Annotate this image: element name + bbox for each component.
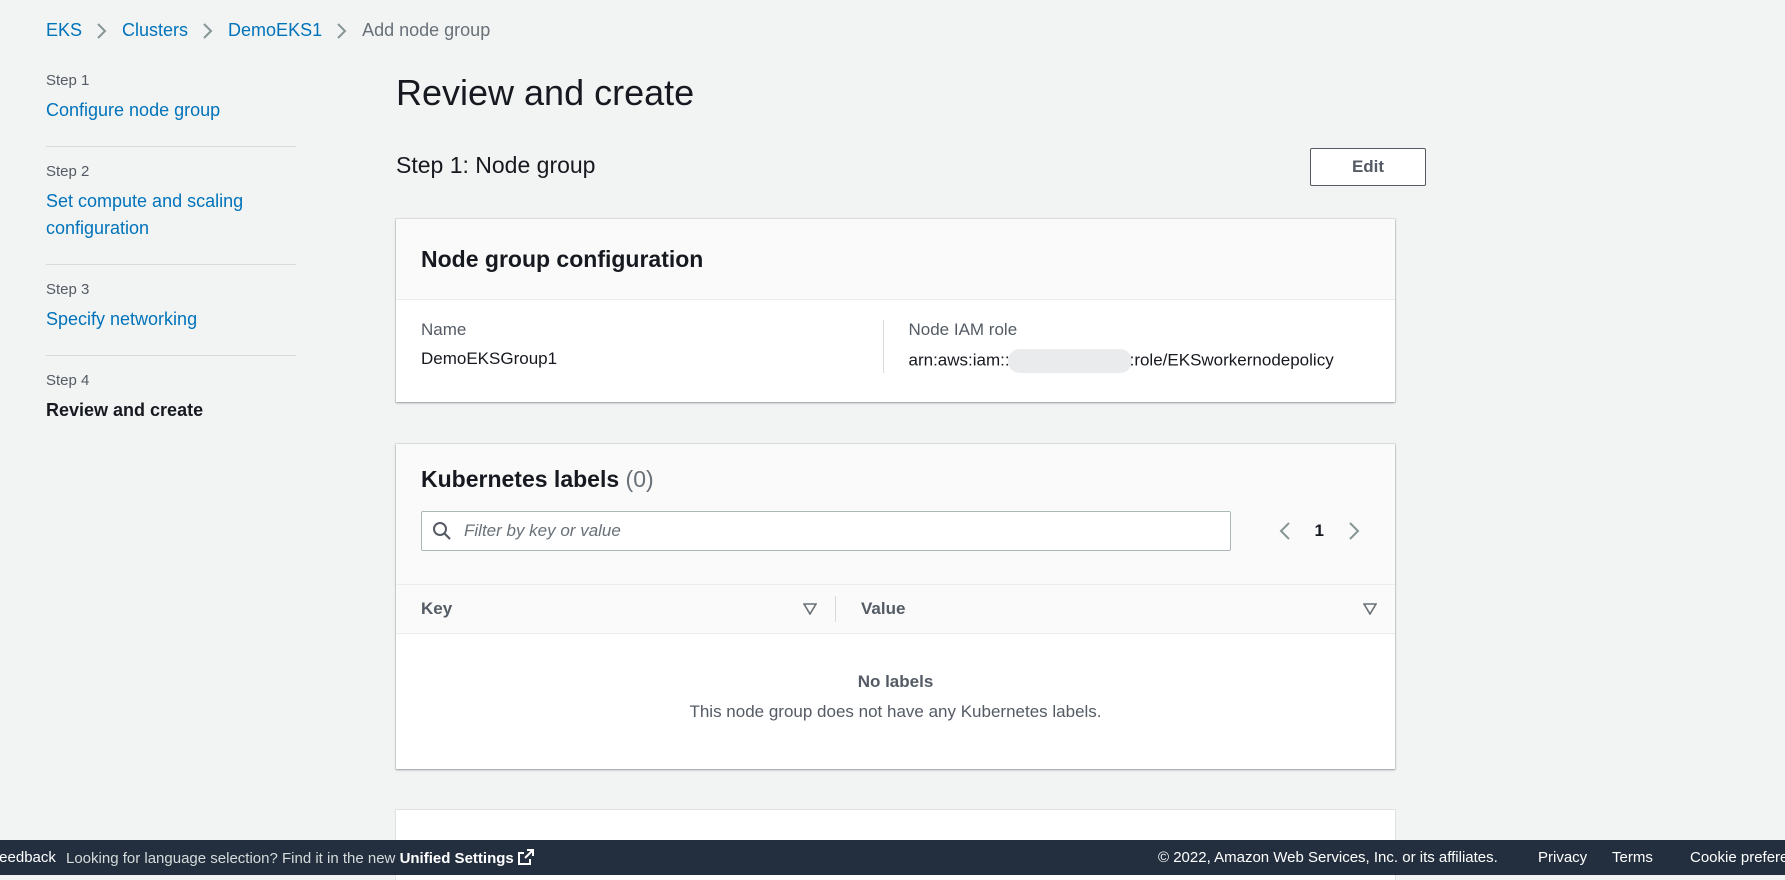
step-link-compute-scaling[interactable]: Set compute and scaling configuration bbox=[46, 188, 266, 242]
breadcrumb-current: Add node group bbox=[362, 20, 491, 40]
empty-description: This node group does not have any Kubern… bbox=[689, 702, 1102, 721]
unified-settings-link[interactable]: Unified Settings bbox=[399, 848, 534, 867]
breadcrumb-clusters[interactable]: Clusters bbox=[122, 20, 188, 41]
redacted-account-id bbox=[1007, 349, 1132, 373]
wizard-step-4: Step 4 Review and create bbox=[46, 372, 296, 446]
iam-role-prefix: arn:aws:iam:: bbox=[908, 350, 1010, 370]
cookie-preferences-link[interactable]: Cookie preferences bbox=[1690, 849, 1785, 866]
card-header: Node group configuration bbox=[396, 219, 1395, 300]
name-value: DemoEKSGroup1 bbox=[421, 349, 558, 368]
chevron-right-icon bbox=[336, 22, 348, 40]
labels-title: Kubernetes labels bbox=[421, 466, 620, 492]
copyright: © 2022, Amazon Web Services, Inc. or its… bbox=[1158, 849, 1498, 866]
table-header: Key Value bbox=[396, 584, 1395, 634]
language-notice-text: Looking for language selection? Find it … bbox=[66, 849, 396, 867]
chevron-right-icon bbox=[96, 22, 108, 40]
page-number[interactable]: 1 bbox=[1315, 521, 1324, 541]
chevron-right-icon[interactable] bbox=[1346, 519, 1362, 543]
step-current-review: Review and create bbox=[46, 400, 204, 420]
step-number: Step 1 bbox=[46, 72, 90, 89]
breadcrumb-eks[interactable]: EKS bbox=[46, 20, 82, 41]
node-group-config-card: Node group configuration Name DemoEKSGro… bbox=[396, 219, 1395, 402]
step-link-configure-node-group[interactable]: Configure node group bbox=[46, 97, 296, 124]
step-number: Step 4 bbox=[46, 372, 90, 389]
breadcrumb-cluster[interactable]: DemoEKS1 bbox=[228, 20, 322, 41]
name-field: Name DemoEKSGroup1 bbox=[421, 320, 883, 373]
caret-down-icon bbox=[803, 603, 817, 615]
column-header-key[interactable]: Key bbox=[396, 596, 836, 622]
labels-count: (0) bbox=[625, 466, 654, 492]
breadcrumb: EKS Clusters DemoEKS1 Add node group bbox=[46, 20, 490, 41]
iam-role-value: arn:aws:iam:::role/EKSworkernodepolicy bbox=[909, 349, 1371, 373]
iam-role-label: Node IAM role bbox=[908, 320, 1018, 339]
card-title: Node group configuration bbox=[421, 245, 704, 272]
wizard-step-1: Step 1 Configure node group bbox=[46, 72, 296, 147]
card-header: Kubernetes labels (0) 1 bbox=[396, 444, 1395, 584]
page-title: Review and create bbox=[396, 72, 695, 113]
caret-down-icon bbox=[1363, 603, 1377, 615]
section-title: Step 1: Node group bbox=[396, 152, 596, 178]
empty-state: No labels This node group does not have … bbox=[396, 634, 1395, 722]
column-header-value[interactable]: Value bbox=[836, 585, 1395, 633]
chevron-right-icon bbox=[202, 22, 214, 40]
language-notice: Looking for language selection? Find it … bbox=[66, 848, 534, 867]
card-title: Kubernetes labels (0) bbox=[421, 466, 1370, 493]
column-value-label: Value bbox=[861, 599, 906, 618]
search-box[interactable] bbox=[421, 511, 1231, 551]
footer-bar: Feedback Looking for language selection?… bbox=[0, 840, 1785, 875]
step-number: Step 3 bbox=[46, 281, 90, 298]
column-key-label: Key bbox=[421, 599, 453, 618]
config-body: Name DemoEKSGroup1 Node IAM role arn:aws… bbox=[396, 300, 1395, 393]
filter-row: 1 bbox=[421, 511, 1370, 551]
search-input[interactable] bbox=[462, 520, 1206, 542]
name-label: Name bbox=[421, 320, 467, 339]
chevron-left-icon[interactable] bbox=[1277, 519, 1293, 543]
search-icon bbox=[433, 522, 451, 540]
iam-role-suffix: :role/EKSworkernodepolicy bbox=[1129, 350, 1334, 370]
empty-title: No labels bbox=[857, 672, 934, 691]
external-link-icon bbox=[517, 848, 534, 865]
iam-role-field: Node IAM role arn:aws:iam:::role/EKSwork… bbox=[882, 320, 1371, 373]
wizard-step-2: Step 2 Set compute and scaling configura… bbox=[46, 163, 296, 265]
pagination: 1 bbox=[1277, 519, 1362, 543]
unified-settings-label: Unified Settings bbox=[399, 849, 514, 867]
step-number: Step 2 bbox=[46, 163, 90, 180]
kubernetes-labels-card: Kubernetes labels (0) 1 Key Value No lab… bbox=[396, 444, 1395, 769]
step-link-networking[interactable]: Specify networking bbox=[46, 306, 296, 333]
wizard-steps-nav: Step 1 Configure node group Step 2 Set c… bbox=[46, 72, 296, 462]
terms-link[interactable]: Terms bbox=[1612, 849, 1653, 866]
feedback-link[interactable]: Feedback bbox=[0, 849, 56, 866]
edit-button[interactable]: Edit bbox=[1310, 148, 1426, 186]
privacy-link[interactable]: Privacy bbox=[1538, 849, 1587, 866]
wizard-step-3: Step 3 Specify networking bbox=[46, 281, 296, 356]
